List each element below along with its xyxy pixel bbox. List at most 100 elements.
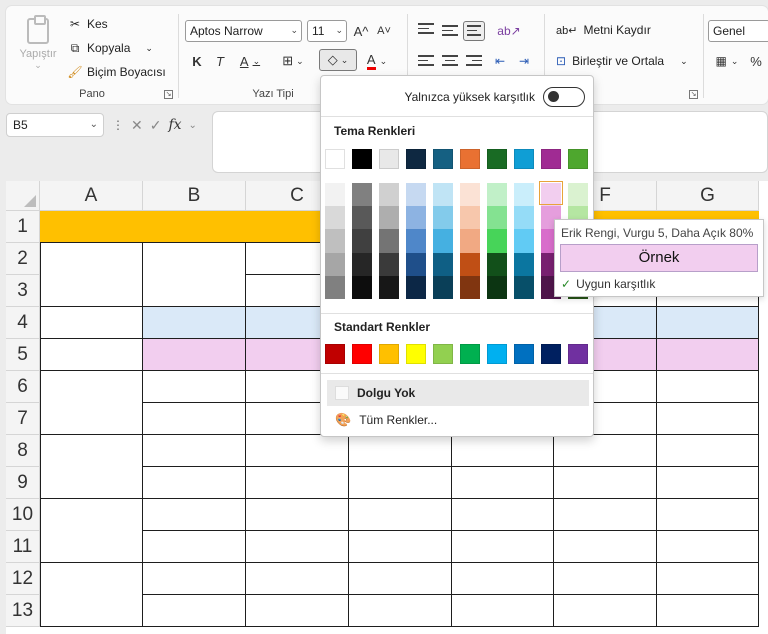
theme-shade-swatch[interactable]	[514, 275, 534, 300]
high-contrast-toggle[interactable]	[543, 87, 585, 107]
cell[interactable]	[657, 563, 759, 595]
align-bottom-icon[interactable]	[463, 21, 485, 41]
standard-color-swatch[interactable]	[406, 344, 426, 364]
enter-icon[interactable]: ✓	[150, 117, 162, 134]
theme-shade-swatch[interactable]	[379, 183, 399, 207]
bold-button[interactable]: K	[189, 50, 205, 72]
theme-shade-swatch[interactable]	[325, 252, 345, 276]
theme-shade-swatch[interactable]	[460, 229, 480, 253]
align-right-icon[interactable]	[466, 55, 482, 69]
cell[interactable]	[657, 499, 759, 531]
standard-color-swatch[interactable]	[568, 344, 588, 364]
theme-color-swatch[interactable]	[406, 149, 426, 169]
theme-shade-swatch[interactable]	[460, 275, 480, 300]
cell[interactable]	[452, 595, 554, 627]
theme-shade-swatch[interactable]	[433, 275, 453, 300]
theme-shade-swatch[interactable]	[487, 206, 507, 230]
paste-button[interactable]: Yapıştır ⌄	[16, 15, 60, 80]
row-header[interactable]: 6	[6, 371, 40, 403]
theme-shade-swatch[interactable]	[514, 183, 534, 207]
no-fill-item[interactable]: Dolgu Yok	[327, 380, 589, 406]
cancel-icon[interactable]: ✕	[131, 117, 143, 134]
theme-shade-swatch[interactable]	[325, 275, 345, 300]
cell[interactable]	[246, 499, 349, 531]
fill-color-button[interactable]: ◇ ⌄	[319, 49, 357, 71]
merge-center-button[interactable]: ⊡ Birleştir ve Ortala ⌄	[556, 54, 688, 68]
theme-shade-swatch[interactable]	[487, 229, 507, 253]
row-header[interactable]: 13	[6, 595, 40, 627]
theme-shade-swatch[interactable]	[406, 275, 426, 300]
cell-a-merged[interactable]	[40, 339, 143, 371]
grow-font-button[interactable]: A^	[352, 20, 370, 42]
cell[interactable]	[143, 339, 246, 371]
theme-shade-swatch[interactable]	[460, 252, 480, 276]
cell[interactable]	[349, 467, 452, 499]
row-header[interactable]: 8	[6, 435, 40, 467]
row-header[interactable]: 9	[6, 467, 40, 499]
underline-button[interactable]: A ⌄	[236, 50, 264, 72]
cell[interactable]	[246, 563, 349, 595]
increase-indent-icon[interactable]: ⇥	[514, 50, 534, 72]
shrink-font-button[interactable]: A˅	[375, 20, 393, 42]
theme-color-swatch[interactable]	[433, 149, 453, 169]
font-color-button[interactable]: A ⌄	[362, 50, 392, 72]
cell[interactable]	[143, 499, 246, 531]
cell[interactable]	[349, 563, 452, 595]
theme-shade-swatch[interactable]	[487, 252, 507, 276]
insert-function-button[interactable]: fx	[168, 117, 181, 133]
cell[interactable]	[452, 435, 554, 467]
theme-shade-swatch[interactable]	[433, 252, 453, 276]
cell-b-merged[interactable]	[143, 243, 246, 307]
italic-button[interactable]: T	[212, 50, 228, 72]
cell[interactable]	[554, 435, 657, 467]
theme-shade-swatch[interactable]	[352, 183, 372, 207]
cell[interactable]	[657, 595, 759, 627]
select-all-corner[interactable]	[6, 181, 40, 211]
theme-shade-swatch[interactable]	[406, 206, 426, 230]
cell[interactable]	[657, 531, 759, 563]
theme-shade-swatch[interactable]	[406, 252, 426, 276]
cell[interactable]	[657, 467, 759, 499]
theme-shade-swatch[interactable]	[379, 229, 399, 253]
name-box[interactable]: B5 ⌄	[6, 113, 104, 137]
standard-color-swatch[interactable]	[541, 344, 561, 364]
theme-color-swatch[interactable]	[352, 149, 372, 169]
cell[interactable]	[246, 531, 349, 563]
cell[interactable]	[143, 595, 246, 627]
cell[interactable]	[143, 531, 246, 563]
cell[interactable]	[452, 563, 554, 595]
row-header[interactable]: 7	[6, 403, 40, 435]
standard-color-swatch[interactable]	[460, 344, 480, 364]
cell-a-merged[interactable]	[40, 563, 143, 627]
theme-shade-swatch[interactable]	[325, 206, 345, 230]
theme-color-swatch[interactable]	[487, 149, 507, 169]
theme-shade-swatch[interactable]	[433, 206, 453, 230]
percent-button[interactable]: %	[748, 50, 764, 72]
theme-shade-swatch[interactable]	[406, 229, 426, 253]
row-header[interactable]: 4	[6, 307, 40, 339]
cell[interactable]	[554, 531, 657, 563]
column-header[interactable]: G	[657, 181, 759, 211]
cell[interactable]	[246, 595, 349, 627]
theme-shade-swatch[interactable]	[568, 183, 588, 207]
cell[interactable]	[657, 403, 759, 435]
row-header[interactable]: 5	[6, 339, 40, 371]
standard-color-swatch[interactable]	[487, 344, 507, 364]
cell[interactable]	[554, 467, 657, 499]
borders-button[interactable]: ⊞ ⌄	[278, 50, 308, 72]
theme-color-swatch[interactable]	[325, 149, 345, 169]
standard-color-swatch[interactable]	[352, 344, 372, 364]
cell[interactable]	[143, 435, 246, 467]
cell[interactable]	[554, 563, 657, 595]
cell[interactable]	[452, 531, 554, 563]
theme-shade-swatch[interactable]	[433, 229, 453, 253]
theme-shade-swatch[interactable]	[514, 206, 534, 230]
column-header[interactable]: B	[143, 181, 246, 211]
theme-color-swatch[interactable]	[460, 149, 480, 169]
cut-button[interactable]: ✂ Kes	[68, 14, 108, 34]
orientation-button[interactable]: ab↗	[494, 20, 524, 42]
theme-shade-swatch[interactable]	[379, 206, 399, 230]
cell[interactable]	[143, 307, 246, 339]
row-header[interactable]: 10	[6, 499, 40, 531]
theme-shade-swatch[interactable]	[487, 275, 507, 300]
